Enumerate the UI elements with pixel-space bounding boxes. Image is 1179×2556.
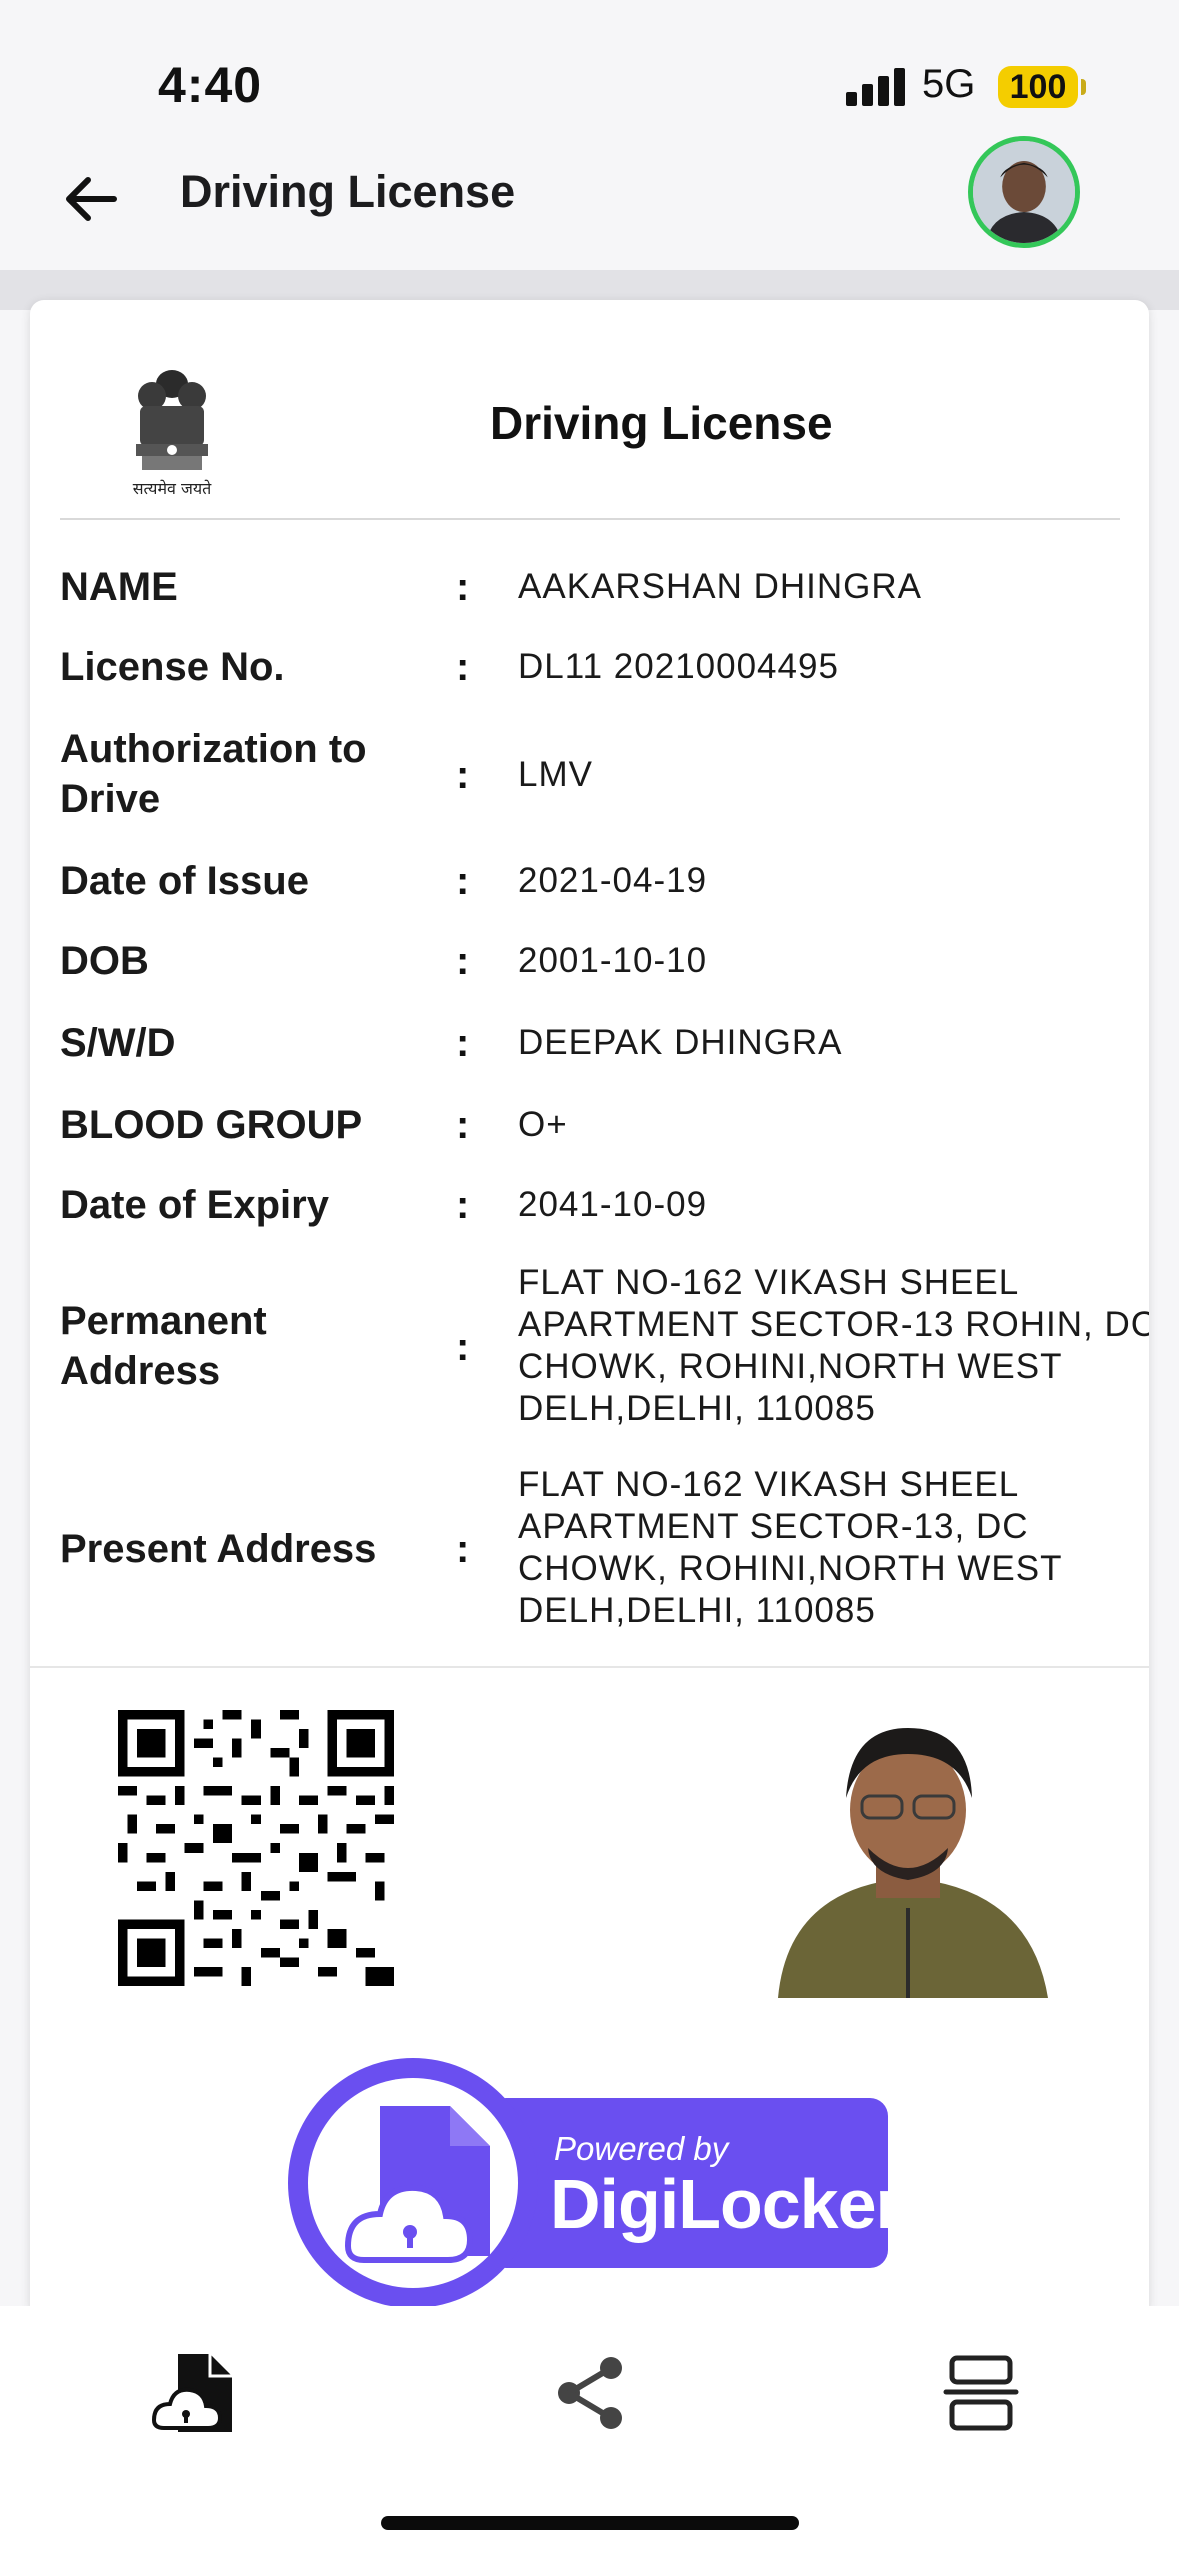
field-value: O+ — [518, 1105, 568, 1144]
field-value: AAKARSHAN DHINGRA — [518, 567, 923, 606]
field-value: 2001-10-10 — [518, 941, 708, 980]
layout-icon[interactable] — [936, 2348, 1026, 2438]
field-value: DEEPAK DHINGRA — [518, 1023, 843, 1062]
field-colon: : — [456, 1183, 470, 1227]
field-colon: : — [456, 1325, 470, 1369]
field-colon: : — [456, 753, 470, 797]
field-value: FLAT NO-162 VIKASH SHEEL APARTMENT SECTO… — [518, 1263, 1149, 1428]
license-holder-photo — [758, 1698, 1060, 1998]
field-colon: : — [456, 939, 470, 983]
field-colon: : — [456, 645, 470, 689]
field-label: Date of Issue — [60, 859, 309, 903]
powered-by-text: Powered by — [554, 2130, 729, 2167]
status-time: 4:40 — [158, 57, 263, 113]
share-icon[interactable] — [545, 2348, 635, 2438]
qr-code-icon — [118, 1710, 394, 1986]
status-bar: 4:40 5G 100 — [0, 0, 1179, 130]
field-label: Present Address — [60, 1527, 377, 1571]
field-value: 2041-10-09 — [518, 1185, 708, 1224]
field-value: DL11 20210004495 — [518, 647, 839, 686]
network-type: 5G — [922, 62, 976, 106]
field-value: 2021-04-19 — [518, 861, 708, 900]
field-colon: : — [456, 1527, 470, 1571]
field-colon: : — [456, 565, 470, 609]
field-label: Authorization to Drive — [60, 727, 367, 821]
emblem-text: सत्यमेव जयते — [133, 479, 212, 498]
cloud-lock-document-icon — [344, 2106, 490, 2263]
document-title: Driving License — [490, 397, 833, 449]
license-card: सत्यमेव जयते Driving License NAME : AAKA… — [30, 300, 1149, 2320]
signal-icon — [846, 68, 905, 106]
field-colon: : — [456, 1103, 470, 1147]
page-title: Driving License — [180, 166, 516, 217]
digilocker-logo: Powered by DigiLocker — [288, 2058, 922, 2320]
field-label: Date of Expiry — [60, 1183, 329, 1227]
field-value: FLAT NO-162 VIKASH SHEEL APARTMENT SECTO… — [518, 1465, 1062, 1630]
field-label: BLOOD GROUP — [60, 1103, 363, 1147]
arrow-left-icon[interactable] — [58, 166, 124, 232]
cloud-document-icon[interactable] — [150, 2348, 240, 2438]
field-value: LMV — [518, 755, 593, 794]
divider — [30, 1666, 1149, 1668]
field-colon: : — [456, 859, 470, 903]
avatar[interactable] — [968, 136, 1080, 248]
field-label: Permanent Address — [60, 1299, 267, 1393]
field-label: S/W/D — [60, 1021, 176, 1065]
field-label: License No. — [60, 645, 285, 689]
field-label: DOB — [60, 939, 149, 983]
field-colon: : — [456, 1021, 470, 1065]
field-label: NAME — [60, 565, 178, 609]
bottom-toolbar — [0, 2306, 1179, 2556]
national-emblem-icon: सत्यमेव जयते — [133, 370, 212, 498]
battery-icon: 100 — [998, 66, 1086, 108]
divider — [60, 518, 1120, 520]
home-indicator — [381, 2516, 799, 2530]
digilocker-name: DigiLocker — [550, 2165, 903, 2243]
